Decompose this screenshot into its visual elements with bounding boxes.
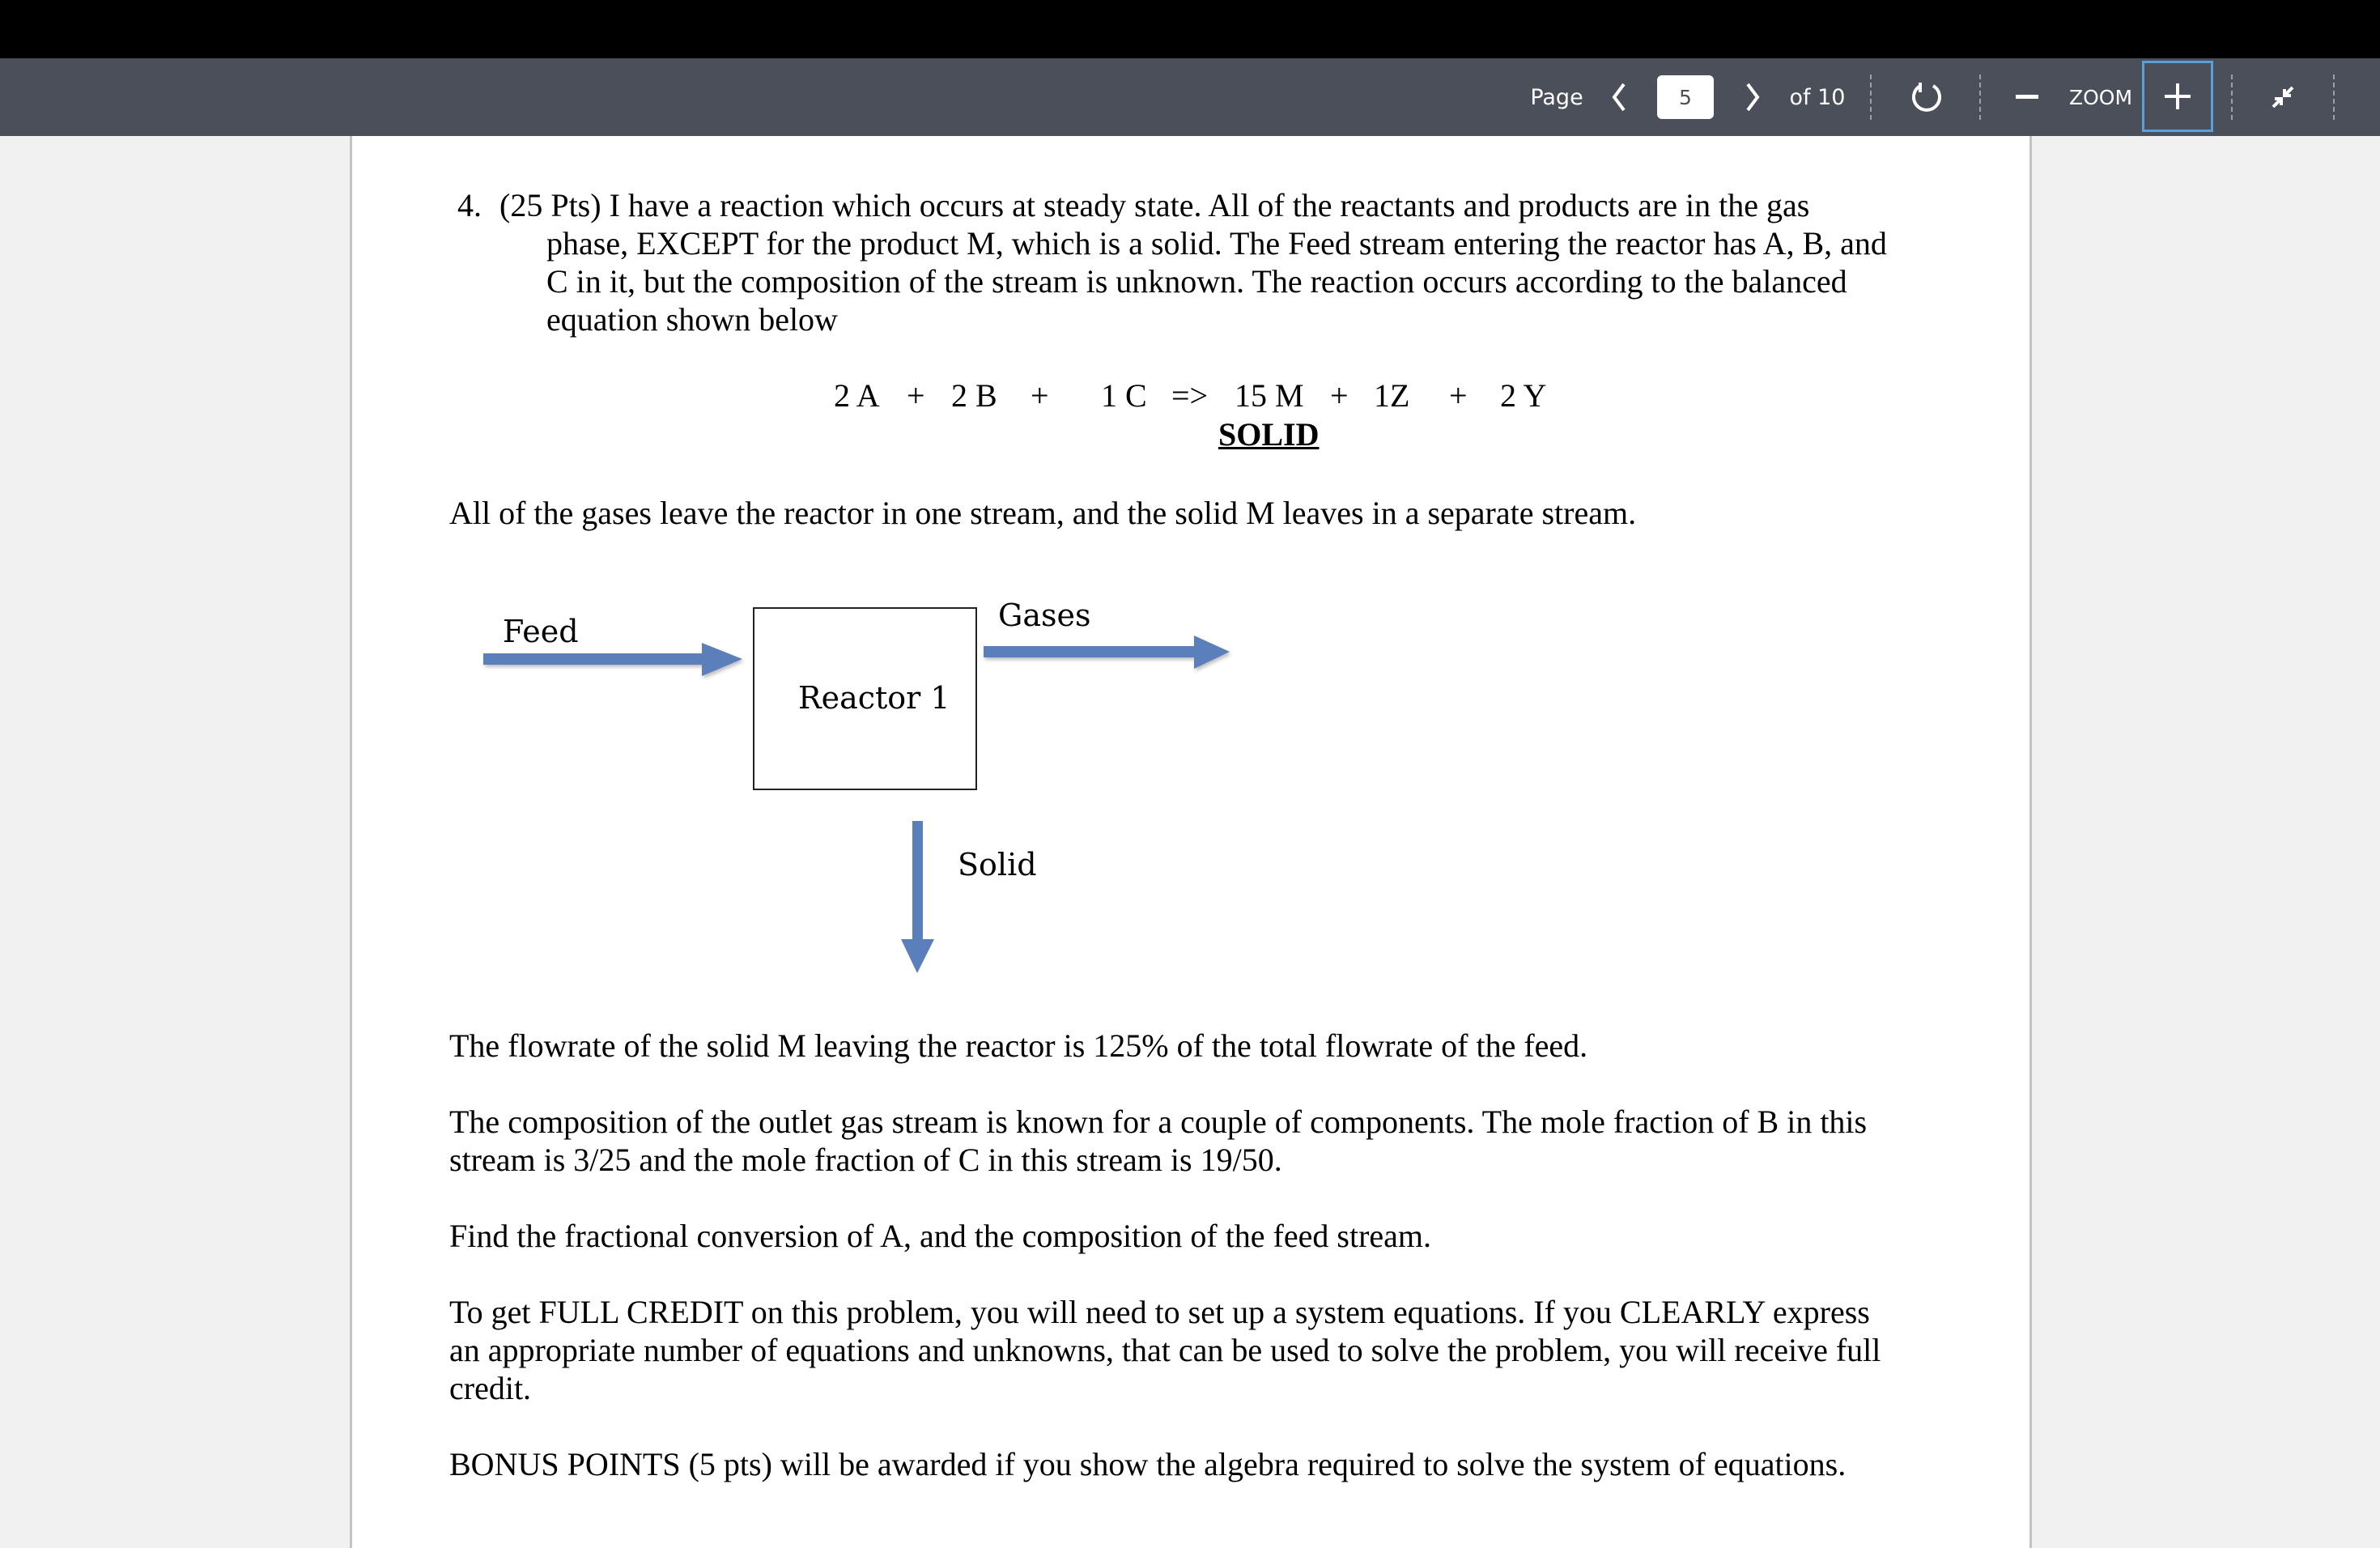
paragraph-full-credit: To get FULL CREDIT on this problem, you … <box>449 1294 1870 1330</box>
collapse-arrows-icon <box>2272 86 2294 108</box>
page-count-label: of 10 <box>1789 84 1846 110</box>
equation-term: + <box>1449 377 1468 414</box>
page-label: Page <box>1530 84 1583 110</box>
minus-icon <box>2016 95 2038 99</box>
zoom-label: ZOOM <box>2068 85 2133 109</box>
paragraph-composition: The composition of the outlet gas stream… <box>449 1104 1868 1140</box>
toolbar-divider <box>1870 74 1872 120</box>
paragraph-full-credit: credit. <box>449 1370 532 1406</box>
question-line: C in it, but the composition of the stre… <box>546 263 1847 300</box>
equation-term: 1 C <box>1101 377 1147 414</box>
solid-arrow <box>901 821 934 973</box>
pdf-toolbar: Page of 10 ZOOM <box>0 58 2380 136</box>
equation-term: 2 Y <box>1500 377 1547 414</box>
chevron-left-icon <box>1612 83 1626 112</box>
page-number-input[interactable] <box>1657 75 1714 119</box>
previous-page-button[interactable] <box>1603 58 1635 136</box>
chevron-right-icon <box>1746 83 1760 112</box>
equation-term: 1Z <box>1374 377 1410 414</box>
question-line: phase, EXCEPT for the product M, which i… <box>546 225 1887 262</box>
next-page-button[interactable] <box>1736 58 1769 136</box>
paragraph-full-credit: an appropriate number of equations and u… <box>449 1332 1881 1368</box>
question-number: 4. <box>457 187 482 223</box>
zoom-in-button[interactable] <box>2142 61 2213 132</box>
gases-label: Gases <box>998 598 1091 633</box>
rotate-button[interactable] <box>1906 58 1947 136</box>
gases-sentence: All of the gases leave the reactor in on… <box>449 495 1637 531</box>
feed-label: Feed <box>503 614 579 649</box>
equation-term: 2 A <box>834 377 880 414</box>
solid-annotation: SOLID <box>1218 416 1320 453</box>
page-header-cut: Time Limit: 50 min <box>449 136 732 141</box>
question-line: (25 Pts) I have a reaction which occurs … <box>499 187 1810 223</box>
gases-arrow <box>984 636 1230 669</box>
question-line: equation shown below <box>546 301 838 338</box>
equation-term: + <box>1330 377 1349 414</box>
plus-icon <box>2165 83 2191 109</box>
equation-term: => <box>1171 377 1209 414</box>
toolbar-divider <box>2231 74 2233 120</box>
fit-page-button[interactable] <box>2259 58 2307 136</box>
paragraph-composition: stream is 3/25 and the mole fraction of … <box>449 1142 1282 1178</box>
toolbar-divider <box>1979 74 1981 120</box>
reactor-box: Reactor 1 <box>753 607 977 790</box>
paragraph-bonus: BONUS POINTS (5 pts) will be awarded if … <box>449 1446 1847 1482</box>
paragraph-find: Find the fractional conversion of A, and… <box>449 1218 1432 1254</box>
toolbar-divider <box>2333 74 2335 120</box>
equation-term: + <box>1031 377 1049 414</box>
equation-term: + <box>907 377 925 414</box>
window-top-bar <box>0 0 2380 58</box>
equation-term: 2 B <box>951 377 997 414</box>
equation-term: 15 M <box>1235 377 1304 414</box>
reactor-label: Reactor 1 <box>798 680 950 716</box>
solid-label: Solid <box>958 847 1037 882</box>
paragraph-flowrate: The flowrate of the solid M leaving the … <box>449 1027 1588 1064</box>
pdf-page: Time Limit: 50 min 4. (25 Pts) I have a … <box>350 136 2032 1548</box>
zoom-out-button[interactable] <box>2009 58 2045 136</box>
rotate-icon <box>1912 83 1941 112</box>
